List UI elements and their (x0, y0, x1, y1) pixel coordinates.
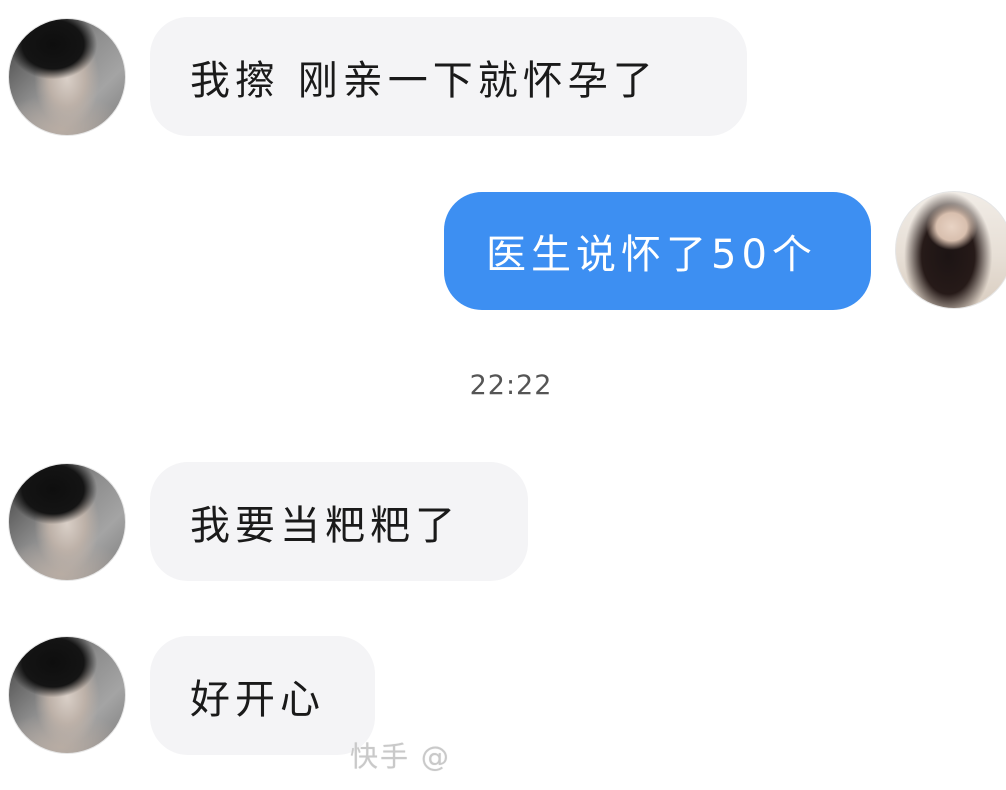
message-bubble-outgoing[interactable]: 医生说怀了50个 (444, 192, 871, 310)
message-text: 好开心 (190, 676, 325, 723)
message-text: 我要当粑粑了 (190, 502, 460, 549)
message-text: 医生说怀了50个 (486, 232, 817, 278)
message-bubble-incoming[interactable]: 我要当粑粑了 (150, 462, 528, 581)
chat-conversation: 我擦 刚亲一下就怀孕了 医生说怀了50个 22:22 我要当粑粑了 好开心 快手… (0, 0, 1006, 790)
message-bubble-incoming[interactable]: 我擦 刚亲一下就怀孕了 (150, 17, 747, 136)
message-timestamp: 22:22 (469, 370, 553, 401)
message-text: 我擦 刚亲一下就怀孕了 (190, 57, 658, 104)
message-bubble-incoming[interactable]: 好开心 (150, 636, 375, 755)
self-avatar[interactable] (895, 191, 1006, 309)
contact-avatar[interactable] (8, 18, 126, 136)
contact-avatar[interactable] (8, 636, 126, 754)
contact-avatar[interactable] (8, 463, 126, 581)
kuaishou-watermark: 快手 @ (350, 740, 451, 773)
